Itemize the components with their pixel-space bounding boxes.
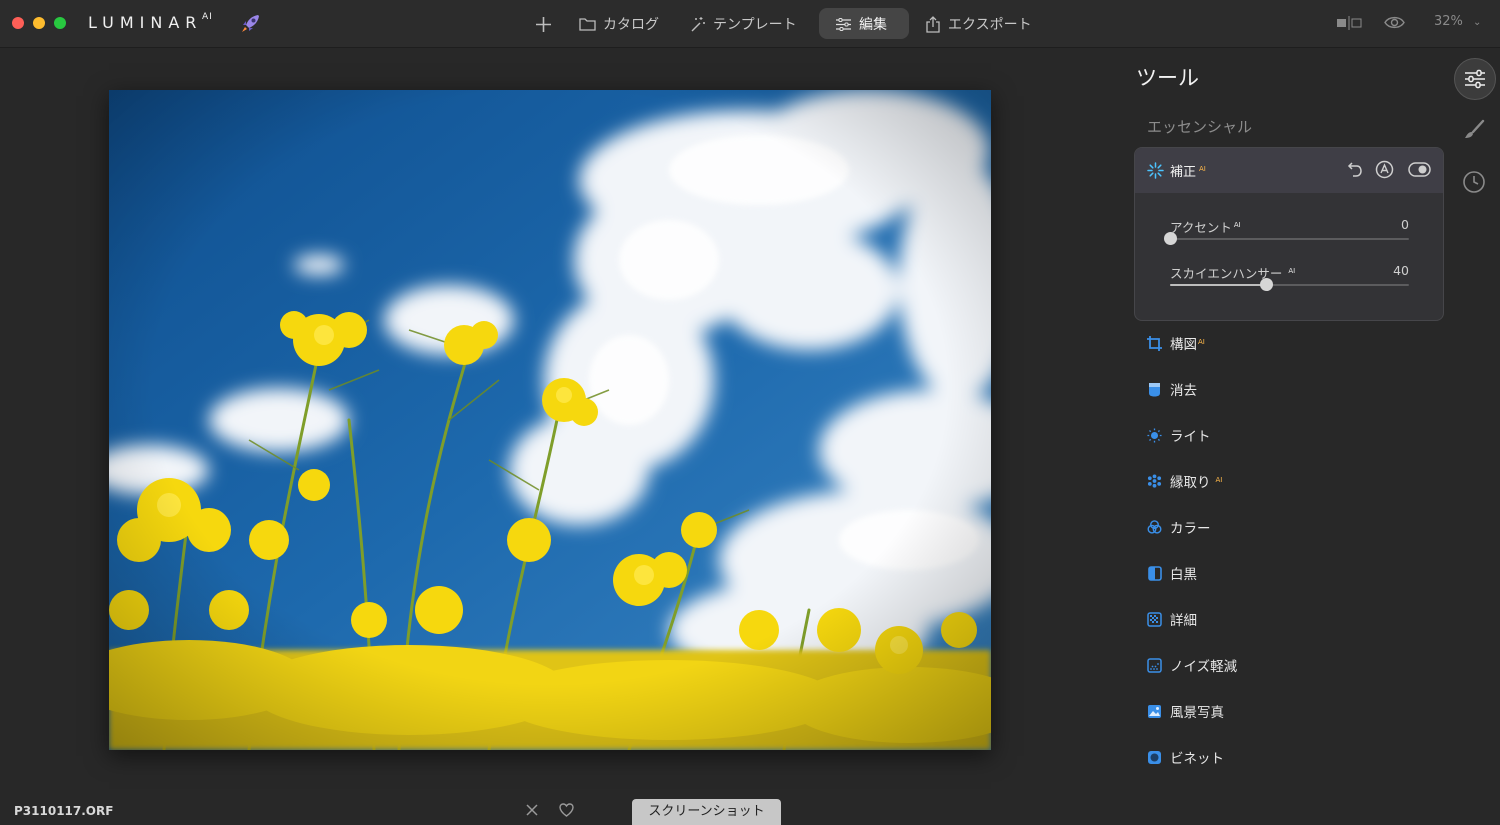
sky-enhancer-slider-label: スカイエンハンサー AI xyxy=(1170,263,1295,282)
tool-structure-label: 縁取り AI xyxy=(1170,471,1222,491)
panel-title: ツール xyxy=(1136,66,1199,90)
tool-bw-label: 白黒 xyxy=(1170,567,1197,583)
ai-badge: AI xyxy=(1199,164,1206,173)
tool-color-label: カラー xyxy=(1170,521,1211,537)
tab-edit-label: 編集 xyxy=(859,17,887,33)
enhance-title: 補正 AI xyxy=(1170,161,1206,180)
sun-icon xyxy=(1147,427,1162,443)
accent-label-text: アクセント xyxy=(1170,220,1232,235)
accent-slider[interactable] xyxy=(1164,232,1409,245)
sky-enhancer-slider-knob[interactable] xyxy=(1259,278,1273,291)
sliders-icon xyxy=(1465,69,1485,89)
tool-composition-text: 構図 xyxy=(1170,337,1197,353)
tool-denoise[interactable]: ノイズ軽減 xyxy=(1147,653,1237,677)
tab-export[interactable]: エクスポート xyxy=(925,12,1032,36)
sparkle-icon xyxy=(1147,162,1164,183)
reject-icon[interactable] xyxy=(525,802,539,821)
undo-icon[interactable] xyxy=(1346,161,1363,182)
tool-color[interactable]: カラー xyxy=(1147,515,1211,539)
landscape-icon xyxy=(1147,704,1162,719)
denoise-icon xyxy=(1147,657,1162,673)
ai-badge: AI xyxy=(1233,220,1241,229)
ai-badge: AI xyxy=(1198,337,1205,346)
eraser-icon xyxy=(1147,382,1162,397)
compare-icon xyxy=(1337,16,1362,30)
history-clock-icon[interactable] xyxy=(1462,170,1486,198)
app-logo-ai: AI xyxy=(202,12,213,22)
folder-icon xyxy=(579,18,596,31)
tool-structure-text: 縁取り xyxy=(1170,475,1211,491)
plus-icon xyxy=(536,16,551,32)
photo-canvas[interactable] xyxy=(109,90,991,750)
zoom-select[interactable]: 32% ⌄ xyxy=(1434,14,1481,29)
details-icon xyxy=(1147,611,1162,627)
minimize-window-button[interactable] xyxy=(33,17,45,29)
share-icon xyxy=(926,15,940,33)
bw-icon xyxy=(1147,565,1162,581)
tools-panel-button[interactable] xyxy=(1454,58,1496,100)
tab-export-label: エクスポート xyxy=(948,17,1032,33)
zoom-value: 32% xyxy=(1434,14,1463,29)
tool-vignette-label: ビネット xyxy=(1170,751,1224,767)
tool-vignette[interactable]: ビネット xyxy=(1147,745,1224,769)
chevron-down-icon: ⌄ xyxy=(1473,17,1482,28)
accent-slider-value: 0 xyxy=(1401,217,1409,232)
tool-landscape-label: 風景写真 xyxy=(1170,705,1224,721)
tool-details-label: 詳細 xyxy=(1170,613,1197,629)
tool-details[interactable]: 詳細 xyxy=(1147,607,1197,631)
tool-light-label: ライト xyxy=(1170,429,1211,445)
tool-composition-label: 構図AI xyxy=(1170,333,1205,353)
title-bar: LUMINAR AI カタログ テンプレート 編集 エクスポート 32% ⌄ xyxy=(0,0,1500,48)
enhance-title-text: 補正 xyxy=(1170,165,1197,180)
sky-enhancer-slider-value: 40 xyxy=(1393,263,1409,278)
sliders-icon xyxy=(836,17,851,31)
accent-slider-knob[interactable] xyxy=(1164,232,1177,245)
enhance-tool-header[interactable]: 補正 AI xyxy=(1135,148,1443,193)
rapeseed-photo-image xyxy=(109,90,991,750)
tool-erase-label: 消去 xyxy=(1170,383,1197,399)
tab-catalog-label: カタログ xyxy=(603,17,659,33)
brush-icon[interactable] xyxy=(1462,118,1486,146)
color-icon xyxy=(1147,520,1162,535)
tool-structure[interactable]: 縁取り AI xyxy=(1147,469,1222,493)
tool-bw[interactable]: 白黒 xyxy=(1147,561,1197,585)
heart-icon[interactable] xyxy=(559,802,574,821)
magic-wand-icon xyxy=(691,16,705,31)
enhance-tool-card: 補正 AI アクセント AI 0 スカイエンハンサー AI 40 xyxy=(1134,147,1444,321)
tool-landscape[interactable]: 風景写真 xyxy=(1147,699,1224,723)
compare-view-button[interactable] xyxy=(1336,16,1362,34)
crop-icon xyxy=(1147,335,1162,351)
tab-catalog[interactable]: カタログ xyxy=(579,12,659,36)
close-window-button[interactable] xyxy=(12,17,24,29)
vignette-icon xyxy=(1147,750,1162,765)
rocket-icon[interactable] xyxy=(240,12,262,38)
zoom-window-button[interactable] xyxy=(54,17,66,29)
structure-icon xyxy=(1147,474,1162,489)
toggle-visibility-icon[interactable] xyxy=(1408,162,1431,181)
tool-denoise-label: ノイズ軽減 xyxy=(1170,659,1238,675)
section-essentials[interactable]: エッセンシャル xyxy=(1147,116,1252,137)
tool-erase[interactable]: 消去 xyxy=(1147,377,1197,401)
filename-label: P3110117.ORF xyxy=(14,804,114,818)
tool-light[interactable]: ライト xyxy=(1147,423,1211,447)
sky-enhancer-slider[interactable] xyxy=(1170,278,1409,291)
tab-edit[interactable]: 編集 xyxy=(835,12,887,36)
preview-toggle-button[interactable] xyxy=(1384,15,1405,34)
tool-composition[interactable]: 構図AI xyxy=(1147,331,1205,355)
accent-slider-label: アクセント AI xyxy=(1170,217,1241,236)
screenshot-tooltip: スクリーンショット xyxy=(632,799,781,825)
tab-templates[interactable]: テンプレート xyxy=(689,12,797,36)
sky-enhancer-slider-fill xyxy=(1170,284,1266,286)
eye-icon xyxy=(1384,16,1405,29)
tab-templates-label: テンプレート xyxy=(713,17,797,33)
mask-icon[interactable] xyxy=(1375,160,1394,183)
ai-badge: AI xyxy=(1288,266,1296,275)
app-logo: LUMINAR xyxy=(88,13,203,32)
ai-badge: AI xyxy=(1215,475,1223,484)
add-photos-button[interactable] xyxy=(535,12,552,36)
